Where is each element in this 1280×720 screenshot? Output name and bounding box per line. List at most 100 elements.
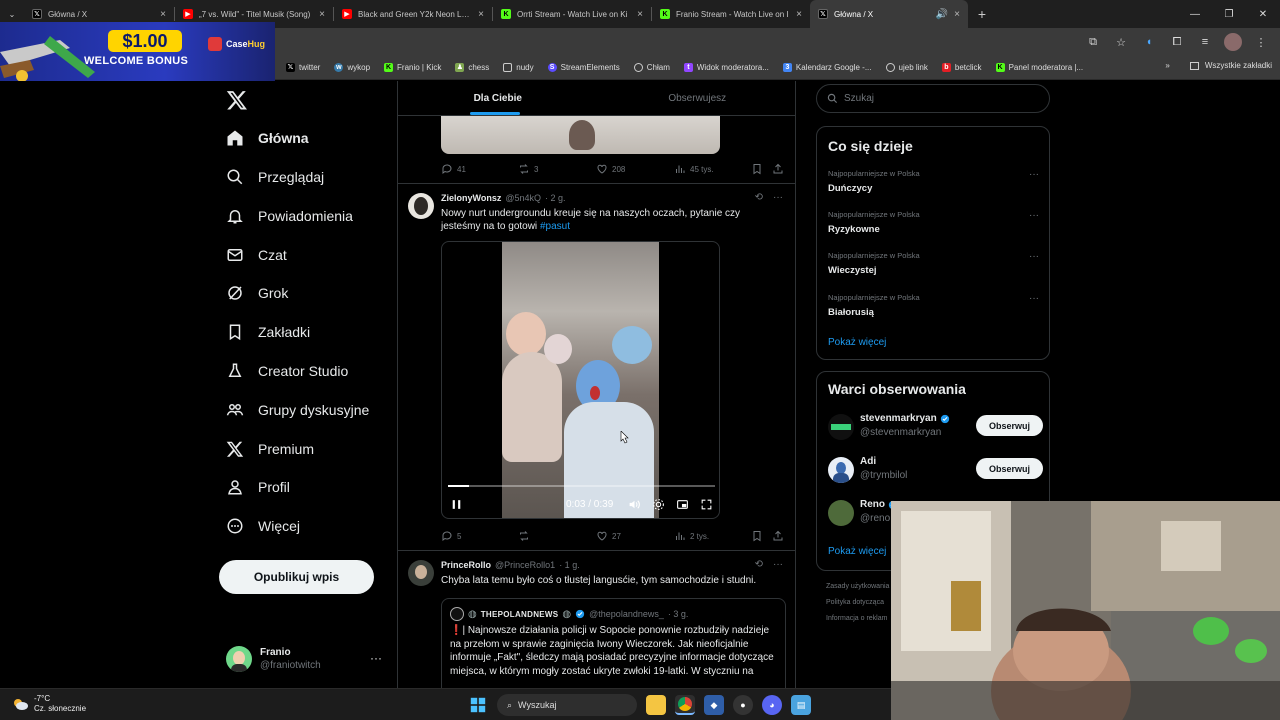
nav-more[interactable]: Więcej	[226, 511, 300, 541]
bookmark[interactable]: nudy	[503, 62, 534, 72]
pause-icon[interactable]	[450, 498, 463, 511]
chrome-icon[interactable]	[675, 695, 695, 715]
x-logo-icon[interactable]	[226, 89, 248, 111]
follow-suggestion[interactable]: Adi @trymbilol Obserwuj	[828, 453, 1043, 489]
browser-tab[interactable]: ▶ Black and Green Y2k Neon LED ×	[334, 0, 492, 28]
show-more-link[interactable]: Pokaż więcej	[828, 546, 886, 557]
ellipsis-icon[interactable]: ···	[1029, 293, 1039, 304]
bookmark[interactable]: K Panel moderatora |...	[995, 62, 1083, 72]
ellipsis-icon[interactable]: ···	[773, 559, 783, 570]
bookmark[interactable]: S StreamElements	[547, 62, 620, 72]
maximize-icon[interactable]: ❐	[1212, 0, 1246, 28]
follow-button[interactable]: Obserwuj	[976, 458, 1043, 479]
bookmark[interactable]: ♟ chess	[455, 62, 489, 72]
tweet-author-name[interactable]: ZielonyWonsz	[441, 193, 501, 203]
hashtag-link[interactable]: #pasut	[540, 221, 570, 232]
bookmark[interactable]: ujeb link	[885, 62, 928, 72]
nav-profile[interactable]: Profil	[226, 472, 290, 502]
share-button[interactable]	[772, 530, 784, 542]
ellipsis-icon[interactable]: ···	[773, 192, 783, 203]
tweet-time[interactable]: · 2 g.	[545, 193, 566, 203]
repost-button[interactable]: 3	[518, 163, 538, 175]
bookmark[interactable]: 𝕏twitter	[286, 62, 320, 72]
trend-item[interactable]: Najpopularniejsze w Polska Wieczystej ··…	[828, 251, 1043, 276]
footer-link[interactable]: Zasady użytkowania	[826, 579, 889, 595]
share-button[interactable]	[772, 163, 784, 175]
account-switcher[interactable]: Franio @franiotwitch ···	[226, 641, 386, 677]
close-tab-icon[interactable]: ×	[954, 9, 960, 20]
nav-creator-studio[interactable]: Creator Studio	[226, 356, 348, 386]
grok-icon[interactable]: ⟲	[755, 192, 763, 203]
tweet-time[interactable]: · 1 g.	[559, 560, 580, 570]
ellipsis-icon[interactable]: ···	[1029, 210, 1039, 221]
install-app-icon[interactable]: ⧉	[1084, 33, 1102, 51]
minimize-icon[interactable]: —	[1178, 0, 1212, 28]
trend-item[interactable]: Najpopularniejsze w Polska Ryzykowne ···	[828, 210, 1043, 235]
close-tab-icon[interactable]: ×	[160, 9, 166, 20]
media-control-icon[interactable]: ≡	[1196, 33, 1214, 51]
close-window-icon[interactable]: ✕	[1246, 0, 1280, 28]
views-button[interactable]: 2 tys.	[674, 530, 709, 542]
video-player[interactable]: 0:03 / 0:39	[441, 241, 720, 519]
tweet-author-name[interactable]: PrinceRollo	[441, 560, 491, 570]
nav-home[interactable]: Główna	[226, 123, 309, 153]
bookmark[interactable]: Chłam	[633, 62, 670, 72]
show-more-link[interactable]: Pokaż więcej	[828, 337, 886, 348]
close-tab-icon[interactable]: ×	[796, 9, 802, 20]
tweet-media[interactable]	[441, 116, 720, 154]
tweet-author-handle[interactable]: @PrinceRollo1	[495, 560, 555, 570]
nav-bookmarks[interactable]: Zakładki	[226, 317, 310, 347]
tweet-author-handle[interactable]: @5n4kQ	[505, 193, 541, 203]
reply-button[interactable]: 5	[441, 530, 461, 542]
bookmark-button[interactable]	[751, 163, 763, 175]
ellipsis-icon[interactable]: ···	[1029, 251, 1039, 262]
new-tab-button[interactable]: +	[968, 0, 996, 28]
like-button[interactable]: 27	[596, 530, 621, 542]
nav-notifications[interactable]: Powiadomienia	[226, 201, 353, 231]
search-input[interactable]: Szukaj	[816, 84, 1050, 113]
settings-icon[interactable]	[652, 498, 665, 511]
bookmark-button[interactable]	[751, 530, 763, 542]
repost-button[interactable]	[518, 530, 534, 542]
ellipsis-icon[interactable]: ···	[370, 651, 382, 665]
close-tab-icon[interactable]: ×	[319, 9, 325, 20]
grok-icon[interactable]: ⟲	[755, 559, 763, 570]
footer-link[interactable]: Polityka dotycząca	[826, 595, 889, 611]
close-tab-icon[interactable]: ×	[637, 9, 643, 20]
fullscreen-icon[interactable]	[700, 498, 713, 511]
views-button[interactable]: 45 tys.	[674, 163, 714, 175]
chevron-right-icon[interactable]: »	[1165, 61, 1169, 70]
file-explorer-icon[interactable]	[646, 695, 666, 715]
nav-premium[interactable]: Premium	[226, 434, 314, 464]
menu-icon[interactable]: ⋮	[1252, 33, 1270, 51]
post-button[interactable]: Opublikuj wpis	[219, 560, 374, 594]
footer-link[interactable]: Informacja o reklam	[826, 611, 889, 627]
browser-tab[interactable]: K Orrti Stream - Watch Live on Ki ×	[493, 0, 651, 28]
pip-icon[interactable]	[676, 498, 689, 511]
ellipsis-icon[interactable]: ···	[1029, 169, 1039, 180]
bookmark[interactable]: 3 Kalendarz Google -...	[782, 62, 872, 72]
weather-widget[interactable]: -7°C Cz. słonecznie	[12, 694, 86, 714]
windows-start-icon[interactable]	[468, 695, 488, 715]
reply-button[interactable]: 41	[441, 163, 466, 175]
app-icon[interactable]: ◆	[704, 695, 724, 715]
speaker-icon[interactable]: 🔊	[936, 9, 948, 20]
notepad-icon[interactable]: ▤	[791, 695, 811, 715]
puzzle-icon[interactable]: ⧠	[1168, 33, 1186, 51]
nav-messages[interactable]: Czat	[226, 240, 287, 270]
nav-grok[interactable]: Grok	[226, 278, 288, 308]
casino-ad-banner[interactable]: $1.00 WELCOME BONUS Case Hug	[0, 22, 275, 86]
follow-button[interactable]: Obserwuj	[976, 415, 1043, 436]
video-progress-bar[interactable]	[448, 485, 715, 487]
bookmark[interactable]: w wykop	[334, 62, 370, 72]
trend-item[interactable]: Najpopularniejsze w Polska Białorusią ··…	[828, 293, 1043, 318]
bookmark[interactable]: t Widok moderatora...	[683, 62, 769, 72]
tab-following[interactable]: Obserwujesz	[598, 81, 796, 115]
trend-item[interactable]: Najpopularniejsze w Polska Duńczycy ···	[828, 169, 1043, 194]
obs-icon[interactable]: ●	[733, 695, 753, 715]
browser-tab-active[interactable]: 𝕏 Główna / X 🔊 ×	[810, 0, 968, 28]
all-bookmarks-link[interactable]: Wszystkie zakładki	[1205, 61, 1272, 70]
tab-for-you[interactable]: Dla Ciebie	[398, 81, 598, 115]
follow-suggestion[interactable]: stevenmarkryan @stevenmarkryan Obserwuj	[828, 410, 1043, 446]
avatar[interactable]	[408, 560, 434, 586]
